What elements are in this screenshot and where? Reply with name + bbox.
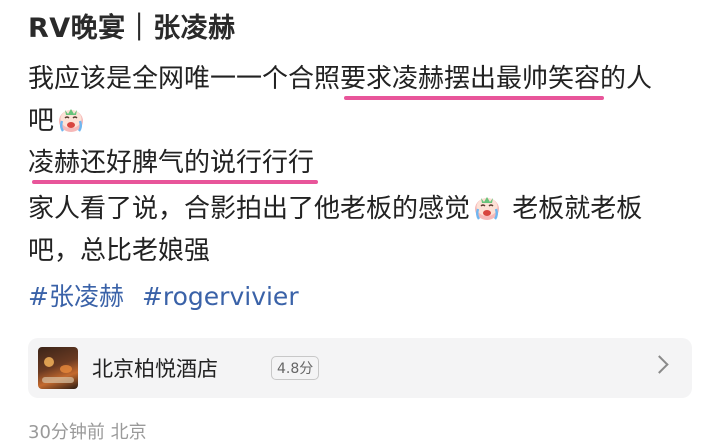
location-thumbnail [38, 347, 78, 389]
post-text-segment: 老板就老板 [512, 194, 643, 224]
highlighted-text-content: 凌赫还好脾气的说行行行 [28, 148, 315, 178]
chevron-right-icon[interactable] [650, 355, 669, 374]
location-name: 北京柏悦酒店 [92, 357, 218, 381]
post-line-1: 我应该是全网唯一一个合照要求凌赫摆出最帅笑容 的人 [28, 62, 653, 100]
highlighted-text-1: 要求凌赫摆出最帅笑容 [340, 62, 605, 100]
post-text-segment: 的人 [600, 64, 653, 94]
highlight-underline [344, 96, 605, 100]
post-line-2: 吧 [28, 104, 88, 138]
post-text-segment: 家人看了说，合影拍出了他老板的感觉 [28, 194, 471, 224]
highlight-underline [32, 180, 319, 184]
crying-laughing-face-icon [475, 197, 500, 220]
thumbnail-table [42, 377, 74, 383]
highlighted-text-2: 凌赫还好脾气的说行行行 [28, 146, 319, 184]
thumbnail-light [60, 365, 72, 373]
post-text-segment: 我应该是全网唯一一个合照 [28, 64, 341, 94]
post-text-segment: 吧 [28, 106, 55, 136]
rating-badge: 4.8分 [271, 356, 320, 380]
post-text-segment: 吧，总比老娘强 [28, 236, 211, 266]
hashtag-row: #张凌赫 #rogervivier [28, 280, 317, 314]
post-line-5: 吧，总比老娘强 [28, 234, 210, 268]
hashtag-link[interactable]: #张凌赫 [28, 282, 124, 311]
post-line-4: 家人看了说，合影拍出了他老板的感觉 老板就老板 [28, 192, 642, 226]
location-card[interactable]: 北京柏悦酒店 4.8分 [28, 338, 692, 398]
thumbnail-light [44, 357, 54, 367]
hashtag-link[interactable]: #rogervivier [142, 282, 299, 311]
post-line-3: 凌赫还好脾气的说行行行 [28, 146, 319, 184]
post-title: RV晚宴｜张凌赫 [28, 13, 236, 44]
crying-laughing-face-icon [59, 109, 84, 132]
post-time-location: 30分钟前 北京 [28, 422, 147, 443]
highlighted-text-content: 要求凌赫摆出最帅笑容 [340, 64, 601, 94]
